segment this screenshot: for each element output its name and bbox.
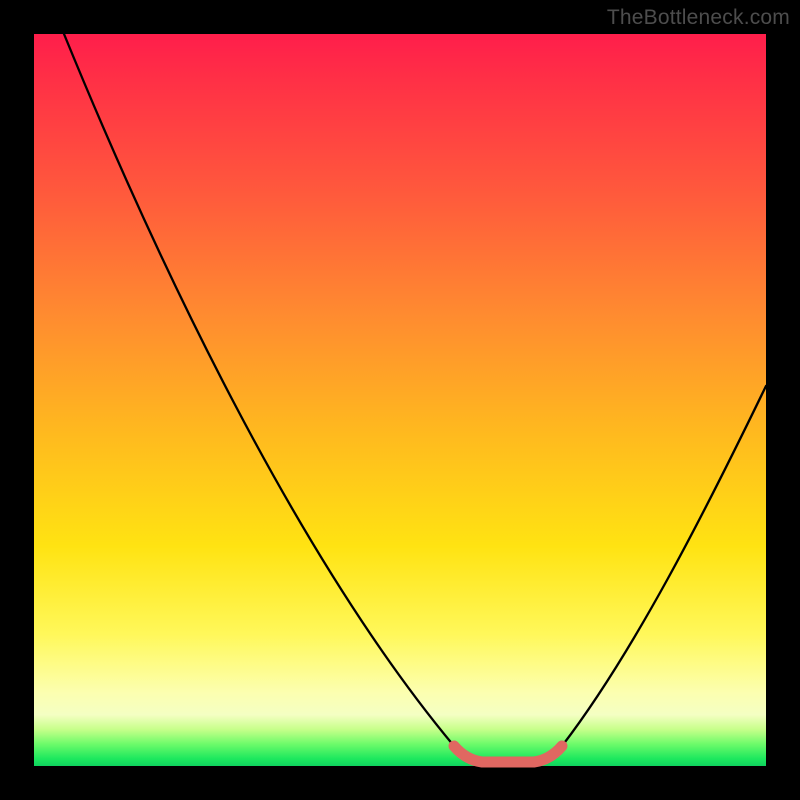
trough-highlight bbox=[454, 746, 562, 762]
curve-layer bbox=[34, 34, 766, 766]
plot-area bbox=[34, 34, 766, 766]
chart-frame: TheBottleneck.com bbox=[0, 0, 800, 800]
watermark-text: TheBottleneck.com bbox=[607, 6, 790, 30]
curve-left-branch bbox=[64, 34, 482, 762]
curve-right-branch bbox=[534, 386, 766, 762]
